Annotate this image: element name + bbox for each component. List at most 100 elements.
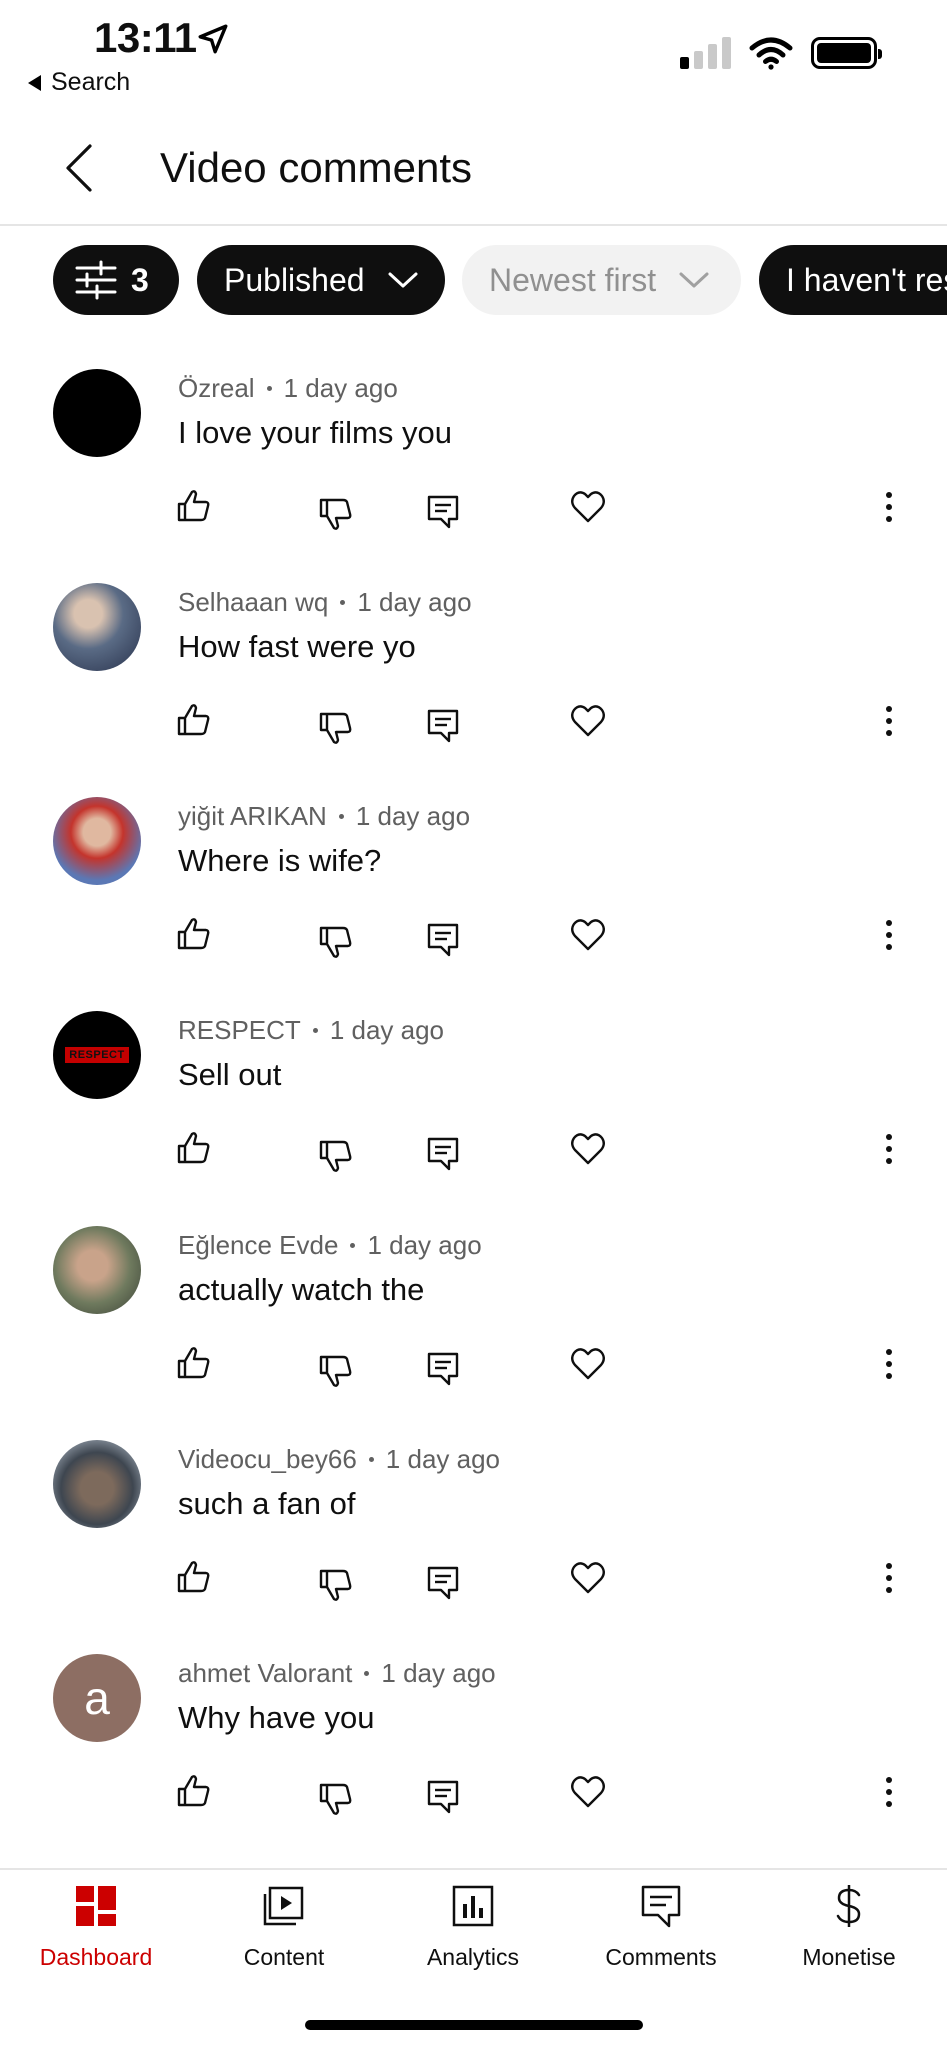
reply-icon[interactable] <box>423 1133 463 1173</box>
reply-icon[interactable] <box>423 1776 463 1816</box>
avatar[interactable] <box>53 1226 141 1314</box>
comment-text: Sell out <box>178 1057 282 1092</box>
published-filter-chip[interactable]: Published <box>197 245 445 315</box>
like-icon[interactable] <box>174 1558 214 1598</box>
not-responded-filter-chip[interactable]: I haven't res <box>759 245 947 315</box>
avatar[interactable]: RESPECT <box>53 1011 141 1099</box>
battery-icon <box>811 37 882 69</box>
more-vertical-icon[interactable] <box>869 1558 909 1598</box>
comment-author[interactable]: RESPECT <box>178 1015 301 1046</box>
like-icon[interactable] <box>174 701 214 741</box>
like-icon[interactable] <box>174 487 214 527</box>
comment-time: 1 day ago <box>329 1015 445 1045</box>
nav-label: Analytics <box>426 1944 520 1970</box>
like-icon[interactable] <box>174 1772 214 1812</box>
heart-icon[interactable] <box>568 1129 608 1169</box>
like-icon[interactable] <box>174 1344 214 1384</box>
nav-comments[interactable]: Comments <box>576 1882 746 1971</box>
status-back-to-search[interactable]: Search <box>28 68 130 97</box>
reply-icon[interactable] <box>423 1562 463 1602</box>
sort-filter-chip[interactable]: Newest first <box>462 245 741 315</box>
more-vertical-icon[interactable] <box>869 1129 909 1169</box>
dislike-icon[interactable] <box>316 1135 356 1175</box>
sort-filter-label: Newest first <box>489 261 657 298</box>
reply-icon[interactable] <box>423 919 463 959</box>
heart-icon[interactable] <box>568 487 608 527</box>
comment-item: Özreal 1 day ago I love your films you <box>0 369 947 583</box>
dashboard-icon <box>76 1886 116 1926</box>
avatar-logo-text: RESPECT <box>65 1047 129 1063</box>
heart-icon[interactable] <box>568 701 608 741</box>
chevron-left-icon[interactable] <box>58 140 102 196</box>
comment-time: 1 day ago <box>357 587 472 617</box>
back-triangle-icon <box>28 74 41 91</box>
comment-author[interactable]: yiğit ARIKAN <box>178 801 327 832</box>
nav-content[interactable]: Content <box>199 1882 369 1971</box>
heart-icon[interactable] <box>568 915 608 955</box>
comment-item: Selhaaan wq 1 day ago How fast were yo <box>0 583 947 797</box>
more-vertical-icon[interactable] <box>869 915 909 955</box>
nav-dashboard[interactable]: Dashboard <box>11 1882 181 1971</box>
home-indicator[interactable] <box>305 2020 643 2030</box>
nav-label: Comments <box>605 1944 717 1970</box>
more-vertical-icon[interactable] <box>869 1344 909 1384</box>
comment-meta: Özreal 1 day ago <box>178 373 398 404</box>
app-header: Video comments <box>0 110 947 226</box>
comment-author[interactable]: Eğlence Evde <box>178 1230 338 1261</box>
filter-count: 3 <box>131 261 149 298</box>
reply-icon[interactable] <box>423 491 463 531</box>
comment-text: such a fan of <box>178 1486 356 1521</box>
status-back-label: Search <box>51 68 131 96</box>
sliders-icon <box>75 260 117 300</box>
heart-icon[interactable] <box>568 1772 608 1812</box>
more-vertical-icon[interactable] <box>869 487 909 527</box>
avatar[interactable] <box>53 369 141 457</box>
comment-meta: yiğit ARIKAN 1 day ago <box>178 801 470 832</box>
comment-meta: RESPECT 1 day ago <box>178 1015 444 1046</box>
heart-icon[interactable] <box>568 1558 608 1598</box>
heart-icon[interactable] <box>568 1344 608 1384</box>
like-icon[interactable] <box>174 1129 214 1169</box>
avatar[interactable] <box>53 797 141 885</box>
wifi-icon <box>749 37 793 70</box>
comment-author[interactable]: Videocu_bey66 <box>178 1444 357 1475</box>
not-responded-filter-label: I haven't res <box>786 261 947 298</box>
filter-settings-chip[interactable]: 3 <box>53 245 179 315</box>
comment-item: Videocu_bey66 1 day ago such a fan of <box>0 1440 947 1654</box>
nav-analytics[interactable]: Analytics <box>388 1882 558 1971</box>
nav-label: Dashboard <box>39 1944 153 1970</box>
comment-meta: Selhaaan wq 1 day ago <box>178 587 472 618</box>
comment-author[interactable]: Özreal <box>178 373 255 404</box>
dollar-icon <box>836 1885 861 1927</box>
avatar[interactable] <box>53 583 141 671</box>
dislike-icon[interactable] <box>316 707 356 747</box>
status-indicators <box>680 36 882 70</box>
dislike-icon[interactable] <box>316 1778 356 1818</box>
nav-monetise[interactable]: Monetise <box>764 1882 934 1971</box>
more-vertical-icon[interactable] <box>869 701 909 741</box>
avatar[interactable]: a <box>53 1654 141 1742</box>
comment-author[interactable]: Selhaaan wq <box>178 587 328 618</box>
dislike-icon[interactable] <box>316 921 356 961</box>
comment-time: 1 day ago <box>355 801 471 831</box>
content-icon <box>263 1886 304 1926</box>
dislike-icon[interactable] <box>316 493 356 533</box>
dislike-icon[interactable] <box>316 1564 356 1604</box>
nav-label: Content <box>243 1944 325 1970</box>
comment-item: a ahmet Valorant 1 day ago Why have you <box>0 1654 947 1868</box>
avatar[interactable] <box>53 1440 141 1528</box>
chevron-down-icon <box>679 272 709 288</box>
comment-text: I love your films you <box>178 415 452 450</box>
dislike-icon[interactable] <box>316 1350 356 1390</box>
reply-icon[interactable] <box>423 705 463 745</box>
reply-icon[interactable] <box>423 1348 463 1388</box>
analytics-icon <box>452 1885 494 1927</box>
like-icon[interactable] <box>174 915 214 955</box>
comment-meta: Videocu_bey66 1 day ago <box>178 1444 500 1475</box>
comment-item: RESPECT RESPECT 1 day ago Sell out <box>0 1011 947 1225</box>
more-vertical-icon[interactable] <box>869 1772 909 1812</box>
comment-author[interactable]: ahmet Valorant <box>178 1658 352 1689</box>
comment-time: 1 day ago <box>385 1444 501 1474</box>
cellular-signal-icon <box>680 37 731 69</box>
filter-chip-bar: 3 Published Newest first I haven't res <box>0 245 947 317</box>
